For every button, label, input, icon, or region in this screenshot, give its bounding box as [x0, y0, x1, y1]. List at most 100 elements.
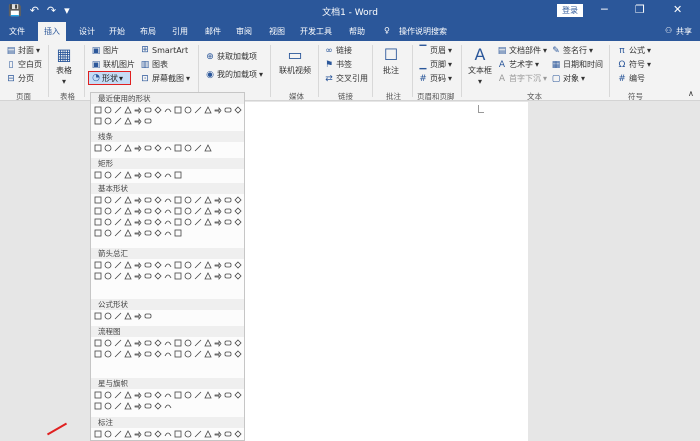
get-addins-button[interactable]: ⊕ 获取加载项	[205, 51, 257, 62]
shape-item[interactable]	[123, 143, 132, 152]
shape-item[interactable]	[213, 429, 222, 438]
shape-item[interactable]	[233, 105, 242, 114]
object-button[interactable]: ▢ 对象 ▾	[551, 73, 585, 84]
shape-item[interactable]	[173, 143, 182, 152]
shape-item[interactable]	[113, 260, 122, 269]
shape-item[interactable]	[93, 217, 102, 226]
shape-item[interactable]	[233, 217, 242, 226]
shape-item[interactable]	[113, 338, 122, 347]
shape-item[interactable]	[133, 338, 142, 347]
shape-item[interactable]	[133, 429, 142, 438]
shape-item[interactable]	[173, 260, 182, 269]
shape-item[interactable]	[173, 217, 182, 226]
shape-item[interactable]	[173, 349, 182, 358]
shape-item[interactable]	[133, 143, 142, 152]
shape-item[interactable]	[113, 429, 122, 438]
my-addins-button[interactable]: ◉ 我的加载项 ▾	[205, 69, 263, 80]
shape-item[interactable]	[103, 143, 112, 152]
shape-item[interactable]	[193, 143, 202, 152]
shape-item[interactable]	[123, 217, 132, 226]
shape-item[interactable]	[143, 105, 152, 114]
shape-item[interactable]	[113, 105, 122, 114]
shape-item[interactable]	[163, 429, 172, 438]
shape-item[interactable]	[193, 260, 202, 269]
shape-item[interactable]	[123, 349, 132, 358]
shape-item[interactable]	[113, 311, 122, 320]
shape-item[interactable]	[93, 170, 102, 179]
shape-item[interactable]	[183, 349, 192, 358]
shape-item[interactable]	[93, 271, 102, 280]
shape-item[interactable]	[153, 429, 162, 438]
link-button[interactable]: ∞ 链接	[324, 45, 352, 56]
shape-item[interactable]	[233, 271, 242, 280]
shape-item[interactable]	[153, 195, 162, 204]
shape-item[interactable]	[193, 390, 202, 399]
shape-item[interactable]	[143, 170, 152, 179]
shape-item[interactable]	[123, 271, 132, 280]
tab-view[interactable]: 视图	[269, 26, 285, 37]
textbox-button[interactable]: A 文本框 ▾	[468, 45, 492, 86]
screenshot-button[interactable]: ⊡ 屏幕截图 ▾	[140, 73, 190, 84]
shape-item[interactable]	[143, 271, 152, 280]
shape-item[interactable]	[163, 105, 172, 114]
shape-item[interactable]	[173, 271, 182, 280]
shape-item[interactable]	[183, 271, 192, 280]
shape-item[interactable]	[153, 349, 162, 358]
shape-item[interactable]	[123, 311, 132, 320]
shape-item[interactable]	[153, 143, 162, 152]
shape-item[interactable]	[153, 228, 162, 237]
shape-item[interactable]	[103, 116, 112, 125]
shape-item[interactable]	[223, 206, 232, 215]
shape-item[interactable]	[133, 228, 142, 237]
shape-item[interactable]	[213, 195, 222, 204]
shape-item[interactable]	[213, 206, 222, 215]
shape-item[interactable]	[93, 349, 102, 358]
shape-item[interactable]	[103, 349, 112, 358]
shape-item[interactable]	[223, 349, 232, 358]
shape-item[interactable]	[173, 429, 182, 438]
shape-item[interactable]	[133, 311, 142, 320]
shape-item[interactable]	[93, 401, 102, 410]
shape-item[interactable]	[143, 228, 152, 237]
shape-item[interactable]	[203, 105, 212, 114]
shape-item[interactable]	[173, 105, 182, 114]
shape-item[interactable]	[193, 429, 202, 438]
collapse-ribbon-icon[interactable]: ∧	[688, 89, 694, 98]
shape-item[interactable]	[183, 429, 192, 438]
shape-item[interactable]	[223, 390, 232, 399]
shape-item[interactable]	[173, 195, 182, 204]
shape-item[interactable]	[203, 390, 212, 399]
shape-item[interactable]	[133, 390, 142, 399]
shape-item[interactable]	[233, 429, 242, 438]
shape-item[interactable]	[213, 349, 222, 358]
blank-page-button[interactable]: ▯ 空白页	[6, 59, 42, 70]
shape-item[interactable]	[213, 260, 222, 269]
shape-item[interactable]	[143, 338, 152, 347]
shape-item[interactable]	[153, 271, 162, 280]
shape-item[interactable]	[233, 206, 242, 215]
shape-item[interactable]	[233, 195, 242, 204]
shape-item[interactable]	[193, 217, 202, 226]
page-number-button[interactable]: # 页码 ▾	[418, 73, 452, 84]
shape-item[interactable]	[163, 206, 172, 215]
tab-insert[interactable]: 插入	[38, 22, 66, 41]
shape-item[interactable]	[163, 349, 172, 358]
shape-item[interactable]	[213, 271, 222, 280]
shape-item[interactable]	[143, 116, 152, 125]
tab-review[interactable]: 审阅	[236, 26, 252, 37]
shape-item[interactable]	[143, 390, 152, 399]
shape-item[interactable]	[223, 271, 232, 280]
shape-item[interactable]	[163, 170, 172, 179]
shape-item[interactable]	[143, 401, 152, 410]
online-video-button[interactable]: ▭ 联机视频	[279, 45, 311, 76]
numbering-button[interactable]: # 编号	[617, 73, 645, 84]
shape-item[interactable]	[183, 260, 192, 269]
shape-item[interactable]	[113, 401, 122, 410]
shape-item[interactable]	[133, 195, 142, 204]
tab-file[interactable]: 文件	[9, 26, 25, 37]
date-time-button[interactable]: ▦ 日期和时间	[551, 59, 603, 70]
comment-button[interactable]: ☐ 批注	[383, 45, 399, 76]
shape-item[interactable]	[93, 338, 102, 347]
shape-item[interactable]	[163, 195, 172, 204]
shape-item[interactable]	[233, 390, 242, 399]
